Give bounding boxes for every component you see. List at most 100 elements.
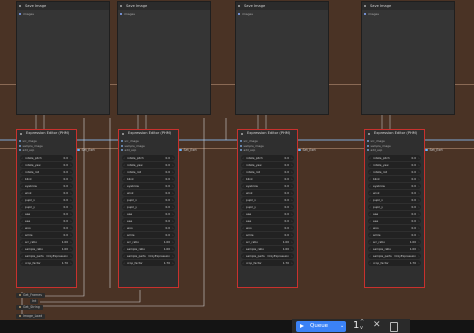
arrow-left-icon[interactable]: ‹ <box>22 239 23 245</box>
widget-pupil-x[interactable]: ‹ pupil_x 0.0 › <box>368 197 421 203</box>
input-slot-icon[interactable] <box>367 149 369 151</box>
input-slot-icon[interactable] <box>367 140 369 142</box>
node-title[interactable]: Save Image <box>236 2 328 10</box>
arrow-left-icon[interactable]: ‹ <box>22 197 23 203</box>
arrow-right-icon[interactable]: › <box>172 190 173 196</box>
collapse-dot-icon[interactable] <box>20 132 22 135</box>
widget-pupil-x[interactable]: ‹ pupil_x 0.0 › <box>122 197 175 203</box>
arrow-left-icon[interactable]: ‹ <box>22 246 23 252</box>
input-slot[interactable]: sample_image <box>19 144 43 148</box>
input-slot[interactable]: add_exp <box>240 148 255 152</box>
arrow-left-icon[interactable]: ‹ <box>22 211 23 217</box>
arrow-right-icon[interactable]: › <box>172 218 173 224</box>
arrow-left-icon[interactable]: ‹ <box>243 204 244 210</box>
arrow-right-icon[interactable]: › <box>418 204 419 210</box>
arrow-right-icon[interactable]: › <box>291 204 292 210</box>
decrement-icon[interactable]: v <box>360 325 363 331</box>
close-icon[interactable]: ✕ <box>373 320 381 330</box>
arrow-right-icon[interactable]: › <box>172 232 173 238</box>
arrow-right-icon[interactable]: › <box>291 190 292 196</box>
arrow-left-icon[interactable]: ‹ <box>124 246 125 252</box>
widget-pupil-x[interactable]: ‹ pupil_x 0.0 › <box>241 197 294 203</box>
arrow-left-icon[interactable]: ‹ <box>124 155 125 161</box>
widget-eee[interactable]: ‹ eee 0.0 › <box>122 218 175 224</box>
arrow-right-icon[interactable]: › <box>418 239 419 245</box>
widget-eee[interactable]: ‹ eee 0.0 › <box>241 218 294 224</box>
expression-editor-node[interactable]: Expression Editor (PHM) src_image sample_i… <box>364 129 425 288</box>
node-canvas[interactable]: Save Image images Save Image images Save… <box>0 0 474 333</box>
arrow-left-icon[interactable]: ‹ <box>370 176 371 182</box>
arrow-right-icon[interactable]: › <box>70 162 71 168</box>
input-slot-icon[interactable] <box>240 149 242 151</box>
arrow-right-icon[interactable]: › <box>172 162 173 168</box>
arrow-right-icon[interactable]: › <box>70 204 71 210</box>
input-slot-icon[interactable] <box>19 140 21 142</box>
image-load-node[interactable]: Image_Load <box>16 314 46 319</box>
arrow-right-icon[interactable]: › <box>291 246 292 252</box>
arrow-left-icon[interactable]: ‹ <box>370 169 371 175</box>
input-slot-icon[interactable] <box>240 144 242 147</box>
arrow-left-icon[interactable]: ‹ <box>22 183 23 189</box>
arrow-left-icon[interactable]: ‹ <box>124 253 125 259</box>
widget-rotate-pitch[interactable]: ‹ rotate_pitch 0.0 › <box>241 155 294 161</box>
arrow-left-icon[interactable]: ‹ <box>243 176 244 182</box>
input-slot-icon[interactable] <box>121 140 123 142</box>
arrow-right-icon[interactable]: › <box>291 260 292 266</box>
arrow-right-icon[interactable]: › <box>418 169 419 175</box>
arrow-right-icon[interactable]: › <box>291 239 292 245</box>
widget-pupil-y[interactable]: ‹ pupil_y 0.0 › <box>241 204 294 210</box>
arrow-left-icon[interactable]: ‹ <box>243 246 244 252</box>
collapse-dot-icon[interactable] <box>19 5 21 7</box>
arrow-left-icon[interactable]: ‹ <box>370 183 371 189</box>
arrow-left-icon[interactable]: ‹ <box>370 232 371 238</box>
collapse-dot-icon[interactable] <box>364 5 366 7</box>
input-slot-icon[interactable] <box>367 144 369 147</box>
arrow-right-icon[interactable]: › <box>291 211 292 217</box>
arrow-right-icon[interactable]: › <box>418 211 419 217</box>
arrow-left-icon[interactable]: ‹ <box>243 218 244 224</box>
arrow-left-icon[interactable]: ‹ <box>124 183 125 189</box>
chevron-down-icon[interactable]: ⌄ <box>340 321 344 332</box>
arrow-right-icon[interactable]: › <box>70 232 71 238</box>
widget-eyebrow[interactable]: ‹ eyebrow 0.0 › <box>122 183 175 189</box>
arrow-right-icon[interactable]: › <box>291 218 292 224</box>
widget-sample-ratio[interactable]: ‹ sample_ratio 1.00 › <box>368 246 421 252</box>
get-string-node[interactable]: Get_String <box>16 305 43 310</box>
widget-blink[interactable]: ‹ blink 0.0 › <box>20 176 73 182</box>
input-slot-icon[interactable] <box>364 13 366 15</box>
save-image-node[interactable]: Save Image images <box>16 1 110 115</box>
arrow-left-icon[interactable]: ‹ <box>124 260 125 266</box>
collapse-dot-icon[interactable] <box>120 5 122 7</box>
node-title[interactable]: Expression Editor (PHM) <box>238 130 297 137</box>
widget-rotate-roll[interactable]: ‹ rotate_roll 0.0 › <box>20 169 73 175</box>
output-reroute[interactable]: Set_Exrt <box>425 148 443 152</box>
arrow-left-icon[interactable]: ‹ <box>22 162 23 168</box>
output-reroute[interactable]: Set_Exrt <box>179 148 197 152</box>
widget-aaa[interactable]: ‹ aaa 0.0 › <box>122 211 175 217</box>
arrow-left-icon[interactable]: ‹ <box>243 260 244 266</box>
arrow-left-icon[interactable]: ‹ <box>243 211 244 217</box>
arrow-right-icon[interactable]: › <box>418 232 419 238</box>
widget-blink[interactable]: ‹ blink 0.0 › <box>241 176 294 182</box>
input-slot[interactable]: sample_image <box>240 144 264 148</box>
output-slot-icon[interactable] <box>425 148 428 152</box>
arrow-left-icon[interactable]: ‹ <box>243 162 244 168</box>
arrow-right-icon[interactable]: › <box>291 155 292 161</box>
input-slot[interactable]: src_image <box>240 139 258 143</box>
arrow-left-icon[interactable]: ‹ <box>22 155 23 161</box>
arrow-left-icon[interactable]: ‹ <box>243 155 244 161</box>
widget-sample-parts[interactable]: ‹ sample_parts OnlyExpression › <box>20 253 73 259</box>
node-title[interactable]: Expression Editor (PHM) <box>365 130 424 137</box>
input-slot[interactable]: add_exp <box>367 148 382 152</box>
input-slot-icon[interactable] <box>238 13 240 15</box>
arrow-left-icon[interactable]: ‹ <box>370 155 371 161</box>
widget-crop-factor[interactable]: ‹ crop_factor 1.70 › <box>368 260 421 266</box>
widget-rotate-pitch[interactable]: ‹ rotate_pitch 0.0 › <box>20 155 73 161</box>
widget-sample-ratio[interactable]: ‹ sample_ratio 1.00 › <box>241 246 294 252</box>
arrow-left-icon[interactable]: ‹ <box>124 232 125 238</box>
arrow-left-icon[interactable]: ‹ <box>22 169 23 175</box>
collapse-dot-icon[interactable] <box>241 132 243 135</box>
input-slot[interactable]: sample_image <box>367 144 391 148</box>
arrow-left-icon[interactable]: ‹ <box>124 204 125 210</box>
arrow-right-icon[interactable]: › <box>172 176 173 182</box>
